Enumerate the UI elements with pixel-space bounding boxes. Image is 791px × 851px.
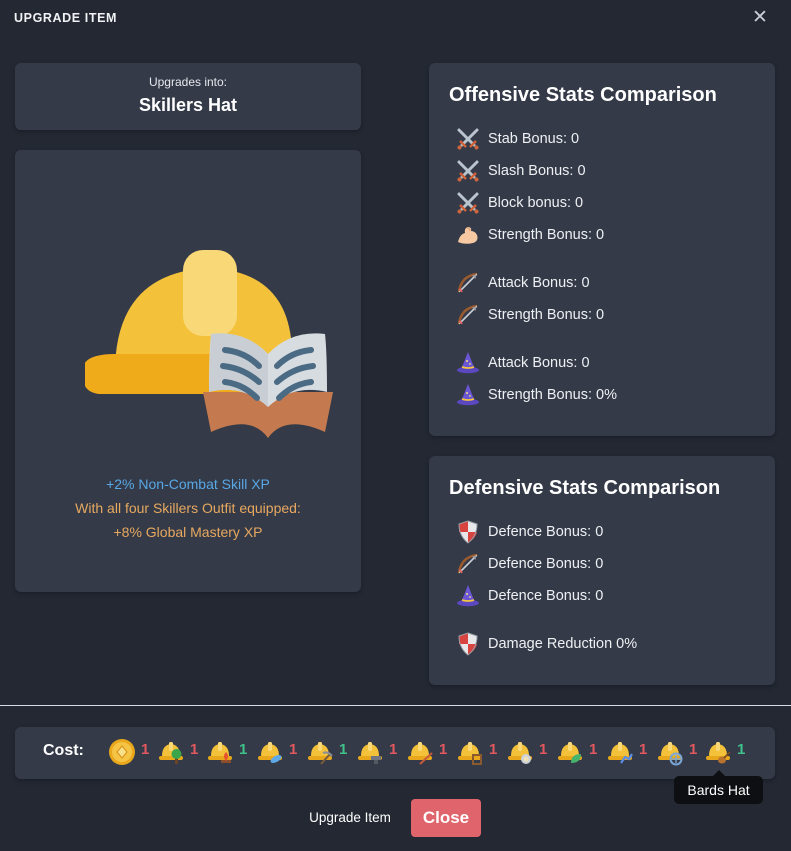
- bow-arrow-icon: [455, 270, 481, 296]
- stat-label: Strength Bonus: 0: [488, 307, 605, 323]
- stat-row: Defence Bonus: 0: [455, 583, 603, 609]
- item-tooltip: Bards Hat: [674, 776, 763, 804]
- stat-row: Attack Bonus: 0: [455, 350, 590, 376]
- cost-quantity: 1: [639, 740, 648, 758]
- stat-row: Slash Bonus: 0: [455, 158, 586, 184]
- stat-label: Slash Bonus: 0: [488, 163, 586, 179]
- cost-quantity: 1: [239, 740, 248, 758]
- crossed-swords-icon: [455, 190, 481, 216]
- bow-arrow-icon: [455, 551, 481, 577]
- stat-label: Attack Bonus: 0: [488, 275, 590, 291]
- close-button[interactable]: Close: [411, 799, 481, 837]
- woodcutting-hat-icon: [156, 737, 186, 767]
- bow-arrow-icon: [455, 302, 481, 328]
- cost-item[interactable]: 1: [405, 737, 447, 767]
- cost-card: Cost: 1 1 1 1 1 1 1 1 1 1 1 1 1: [15, 727, 775, 779]
- upgrade-item-button[interactable]: Upgrade Item: [300, 806, 400, 830]
- cost-quantity: 1: [539, 740, 548, 758]
- stat-row: Block bonus: 0: [455, 190, 583, 216]
- flexed-arm-icon: [455, 222, 481, 248]
- wizard-hat-icon: [455, 382, 481, 408]
- stat-row: Strength Bonus: 0%: [455, 382, 617, 408]
- wizard-hat-icon: [455, 350, 481, 376]
- crossed-swords-icon: [455, 158, 481, 184]
- close-icon[interactable]: ✕: [751, 8, 769, 28]
- stat-label: Defence Bonus: 0: [488, 524, 604, 540]
- stat-row: Stab Bonus: 0: [455, 126, 579, 152]
- mining-hat-icon: [305, 737, 335, 767]
- title-bar: UPGRADE ITEM ✕: [0, 0, 791, 40]
- cost-quantity: 1: [289, 740, 298, 758]
- cost-quantity: 1: [439, 740, 448, 758]
- cost-label: Cost:: [43, 742, 84, 759]
- stat-row: Strength Bonus: 0: [455, 222, 604, 248]
- cost-quantity: 1: [737, 740, 746, 758]
- stat-row: Defence Bonus: 0: [455, 551, 603, 577]
- stat-label: Defence Bonus: 0: [488, 588, 604, 604]
- summoning-hat-icon: [655, 737, 685, 767]
- stat-row: Damage Reduction 0%: [455, 631, 637, 657]
- stat-label: Strength Bonus: 0: [488, 227, 605, 243]
- upgrades-into-label: Upgrades into:: [148, 75, 228, 89]
- item-set-bonus-condition: With all four Skillers Outfit equipped:: [75, 500, 301, 516]
- upgrade-item-name: Skillers Hat: [138, 95, 238, 115]
- cost-quantity: 1: [689, 740, 698, 758]
- cost-item[interactable]: 1: [505, 737, 547, 767]
- cost-quantity: 1: [489, 740, 498, 758]
- gold-coin-icon: [107, 737, 137, 767]
- stat-label: Attack Bonus: 0: [488, 355, 590, 371]
- agility-hat-icon: [605, 737, 635, 767]
- firemaking-hat-icon: [205, 737, 235, 767]
- cost-item[interactable]: 1: [455, 737, 497, 767]
- stat-label: Damage Reduction 0%: [488, 636, 638, 652]
- shield-icon: [455, 631, 481, 657]
- cost-item[interactable]: 1: [107, 737, 149, 767]
- stat-row: Attack Bonus: 0: [455, 270, 590, 296]
- cost-item[interactable]: 1: [255, 737, 297, 767]
- item-bonus-primary: +2% Non-Combat Skill XP: [106, 476, 270, 492]
- cost-item[interactable]: 1: [205, 737, 247, 767]
- cost-item[interactable]: 1: [703, 737, 745, 767]
- cost-item[interactable]: 1: [355, 737, 397, 767]
- cost-quantity: 1: [389, 740, 398, 758]
- cost-item[interactable]: 1: [555, 737, 597, 767]
- offensive-stats-title: Offensive Stats Comparison: [449, 84, 717, 106]
- smithing-hat-icon: [355, 737, 385, 767]
- cost-item[interactable]: 1: [156, 737, 198, 767]
- section-divider: [0, 705, 791, 706]
- wizard-hat-icon: [455, 583, 481, 609]
- stat-label: Block bonus: 0: [488, 195, 584, 211]
- cost-item[interactable]: 1: [605, 737, 647, 767]
- stat-row: Defence Bonus: 0: [455, 519, 603, 545]
- cost-quantity: 1: [339, 740, 348, 758]
- herblore-hat-icon: [555, 737, 585, 767]
- shield-icon: [455, 519, 481, 545]
- cooking-hat-icon: [505, 737, 535, 767]
- item-preview-card: +2% Non-Combat Skill XP With all four Sk…: [15, 150, 361, 592]
- defensive-stats-title: Defensive Stats Comparison: [449, 477, 721, 499]
- fishing-hat-icon: [255, 737, 285, 767]
- stat-label: Defence Bonus: 0: [488, 556, 604, 572]
- crafting-hat-icon: [455, 737, 485, 767]
- crossed-swords-icon: [455, 126, 481, 152]
- cost-item[interactable]: 1: [305, 737, 347, 767]
- cost-quantity: 1: [190, 740, 199, 758]
- window-title: UPGRADE ITEM: [14, 11, 118, 25]
- stat-label: Strength Bonus: 0%: [488, 387, 617, 403]
- stat-row: Strength Bonus: 0: [455, 302, 604, 328]
- defensive-stats-card: Defensive Stats Comparison Defence Bonus…: [429, 456, 775, 685]
- cost-quantity: 1: [141, 740, 150, 758]
- upgrade-target-card: Upgrades into: Skillers Hat: [15, 63, 361, 130]
- stat-label: Stab Bonus: 0: [488, 131, 580, 147]
- bards-hat-icon: [703, 737, 733, 767]
- cost-quantity: 1: [589, 740, 598, 758]
- offensive-stats-card: Offensive Stats Comparison Stab Bonus: 0…: [429, 63, 775, 436]
- fletching-hat-icon: [405, 737, 435, 767]
- item-set-bonus-value: +8% Global Mastery XP: [113, 524, 263, 540]
- cost-item[interactable]: 1: [655, 737, 697, 767]
- hardhat-with-book-icon: [85, 250, 333, 438]
